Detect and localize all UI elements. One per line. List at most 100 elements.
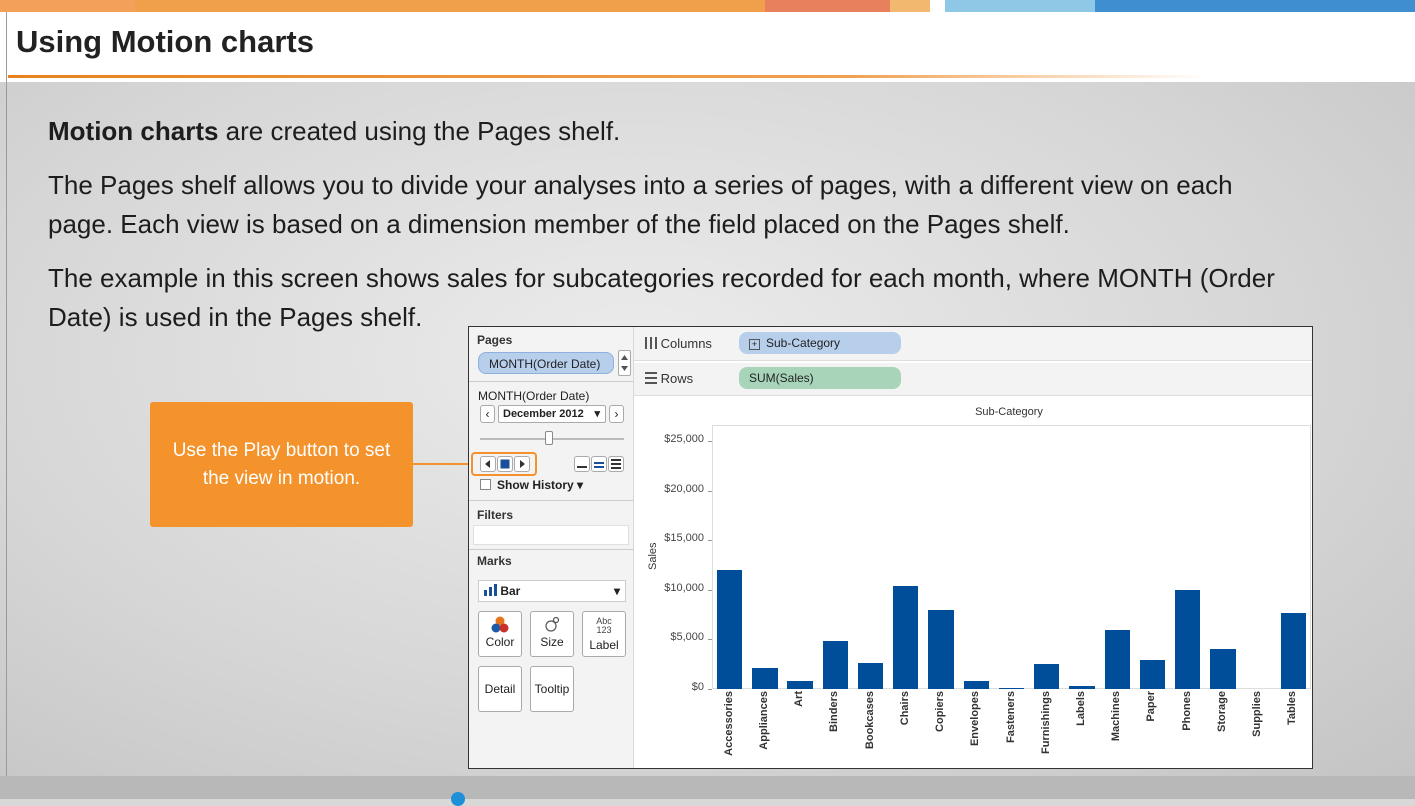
bar-fasteners[interactable]	[998, 687, 1025, 689]
x-tick-label: Supplies	[1251, 691, 1264, 737]
x-tick-label: Bookcases	[863, 691, 876, 750]
callout-line-1: Use the Play button to set	[172, 439, 391, 461]
bar-binders[interactable]	[822, 641, 848, 689]
x-tick-label: Chairs	[898, 691, 911, 726]
paragraph-3-line-2: Date) is used in the Pages shelf.	[48, 302, 423, 332]
bar-phones[interactable]	[1174, 589, 1201, 689]
tooltip-card-button[interactable]: Tooltip	[530, 666, 574, 712]
columns-pill[interactable]: + Sub-Category	[739, 332, 901, 354]
bar-accessories[interactable]	[716, 569, 743, 689]
show-history-checkbox[interactable]	[480, 479, 491, 490]
y-tick-label: $10,000	[664, 581, 704, 594]
label-card-button[interactable]: Abc 123 Label	[582, 611, 626, 657]
speed-slider-thumb[interactable]	[545, 431, 553, 445]
bar-tables[interactable]	[1280, 612, 1307, 689]
previous-page-button[interactable]: ‹	[480, 405, 495, 423]
bar-paper[interactable]	[1139, 660, 1166, 689]
columns-pill-text: Sub-Category	[766, 336, 841, 350]
label-card-label: Label	[589, 638, 619, 652]
detail-card-label: Detail	[484, 682, 516, 696]
filters-shelf-drop-area[interactable]	[473, 525, 629, 545]
rows-pill[interactable]: SUM(Sales)	[739, 367, 901, 389]
top-color-bar	[0, 0, 1415, 12]
paragraph-1-bold: Motion charts	[48, 116, 219, 146]
x-tick-label: Paper	[1145, 691, 1158, 722]
speed-fast-button[interactable]	[608, 456, 624, 472]
next-page-button[interactable]: ›	[609, 405, 624, 423]
y-axis-label: Sales	[647, 542, 659, 570]
bar-chart-icon	[484, 584, 497, 596]
slide-left-border	[6, 12, 7, 776]
x-tick-label: Machines	[1110, 691, 1123, 742]
tableau-worksheet: Pages MONTH(Order Date) MONTH(Order Date…	[468, 326, 1313, 769]
pages-shelf-label: Pages	[477, 333, 513, 347]
bar-bookcases[interactable]	[857, 663, 884, 689]
chevron-down-icon: ▾	[577, 478, 584, 492]
color-card-label: Color	[485, 635, 515, 649]
bar-art[interactable]	[787, 681, 813, 689]
show-history-label[interactable]: Show History ▾	[497, 478, 583, 492]
y-tick-mark	[708, 689, 712, 690]
speed-slow-button[interactable]	[574, 456, 590, 472]
chevron-right-icon: ›	[614, 407, 619, 421]
columns-shelf-label: Columns	[645, 336, 712, 351]
x-tick-label: Accessories	[722, 691, 735, 756]
stop-button[interactable]	[497, 456, 513, 472]
y-tick-mark	[708, 490, 712, 492]
step-back-button[interactable]	[480, 456, 496, 472]
y-tick-label: $20,000	[664, 482, 704, 495]
color-segment	[0, 0, 135, 12]
color-palette-icon	[491, 616, 509, 633]
bottom-bar	[0, 776, 1415, 799]
x-tick-label: Labels	[1074, 691, 1087, 726]
paragraph-3-line-1: The example in this screen shows sales f…	[48, 263, 1275, 293]
pages-shelf-pill[interactable]: MONTH(Order Date)	[478, 352, 614, 374]
bar-appliances[interactable]	[752, 668, 778, 689]
x-tick-label: Art	[793, 691, 806, 707]
marks-card-label: Marks	[477, 554, 512, 568]
color-card-button[interactable]: Color	[478, 611, 522, 657]
filters-shelf-label: Filters	[477, 508, 514, 522]
bar-envelopes[interactable]	[963, 681, 989, 689]
chevron-down-icon: ▾	[594, 408, 600, 420]
callout-line-2: the view in motion.	[202, 467, 361, 489]
color-segment	[890, 0, 930, 12]
rows-icon	[645, 372, 657, 384]
color-segment	[135, 0, 765, 12]
divider	[469, 381, 633, 382]
bar-machines[interactable]	[1104, 630, 1130, 689]
callout-connector	[413, 463, 470, 465]
y-tick-label: $25,000	[664, 433, 704, 445]
stop-icon	[500, 459, 510, 469]
size-card-label: Size	[540, 635, 564, 649]
speed-medium-button[interactable]	[591, 456, 607, 472]
y-tick-mark	[708, 540, 712, 542]
mark-type-dropdown[interactable]: Bar ▾	[478, 580, 626, 602]
x-tick-label: Phones	[1180, 691, 1193, 731]
speed-medium-icon	[594, 462, 604, 468]
size-circles-icon	[545, 616, 560, 632]
size-card-button[interactable]: Size	[530, 611, 574, 657]
x-tick-label: Envelopes	[969, 691, 982, 747]
bar-copiers[interactable]	[928, 609, 954, 689]
text-label-icon: Abc 123	[596, 616, 615, 635]
pages-scroll-button[interactable]	[618, 350, 631, 376]
play-button[interactable]	[514, 456, 530, 472]
columns-icon	[645, 337, 657, 349]
divider	[469, 500, 633, 501]
chevron-down-icon: ▾	[613, 584, 620, 598]
show-history-text: Show History	[497, 478, 574, 492]
scroll-arrows-icon	[621, 355, 628, 371]
bar-furnishings[interactable]	[1034, 664, 1060, 689]
bar-chairs[interactable]	[893, 585, 919, 689]
chart-title: Sub-Category	[975, 406, 1043, 418]
x-tick-label: Tables	[1286, 691, 1299, 726]
step-back-icon	[485, 460, 490, 468]
bar-labels[interactable]	[1069, 686, 1095, 689]
x-tick-label: Storage	[1215, 691, 1228, 732]
bar-storage[interactable]	[1210, 649, 1236, 689]
page-value-dropdown[interactable]: December 2012 ▾	[498, 405, 606, 423]
slide-title: Using Motion charts	[16, 24, 314, 59]
detail-card-button[interactable]: Detail	[478, 666, 522, 712]
x-tick-label: Fasteners	[1004, 691, 1017, 743]
